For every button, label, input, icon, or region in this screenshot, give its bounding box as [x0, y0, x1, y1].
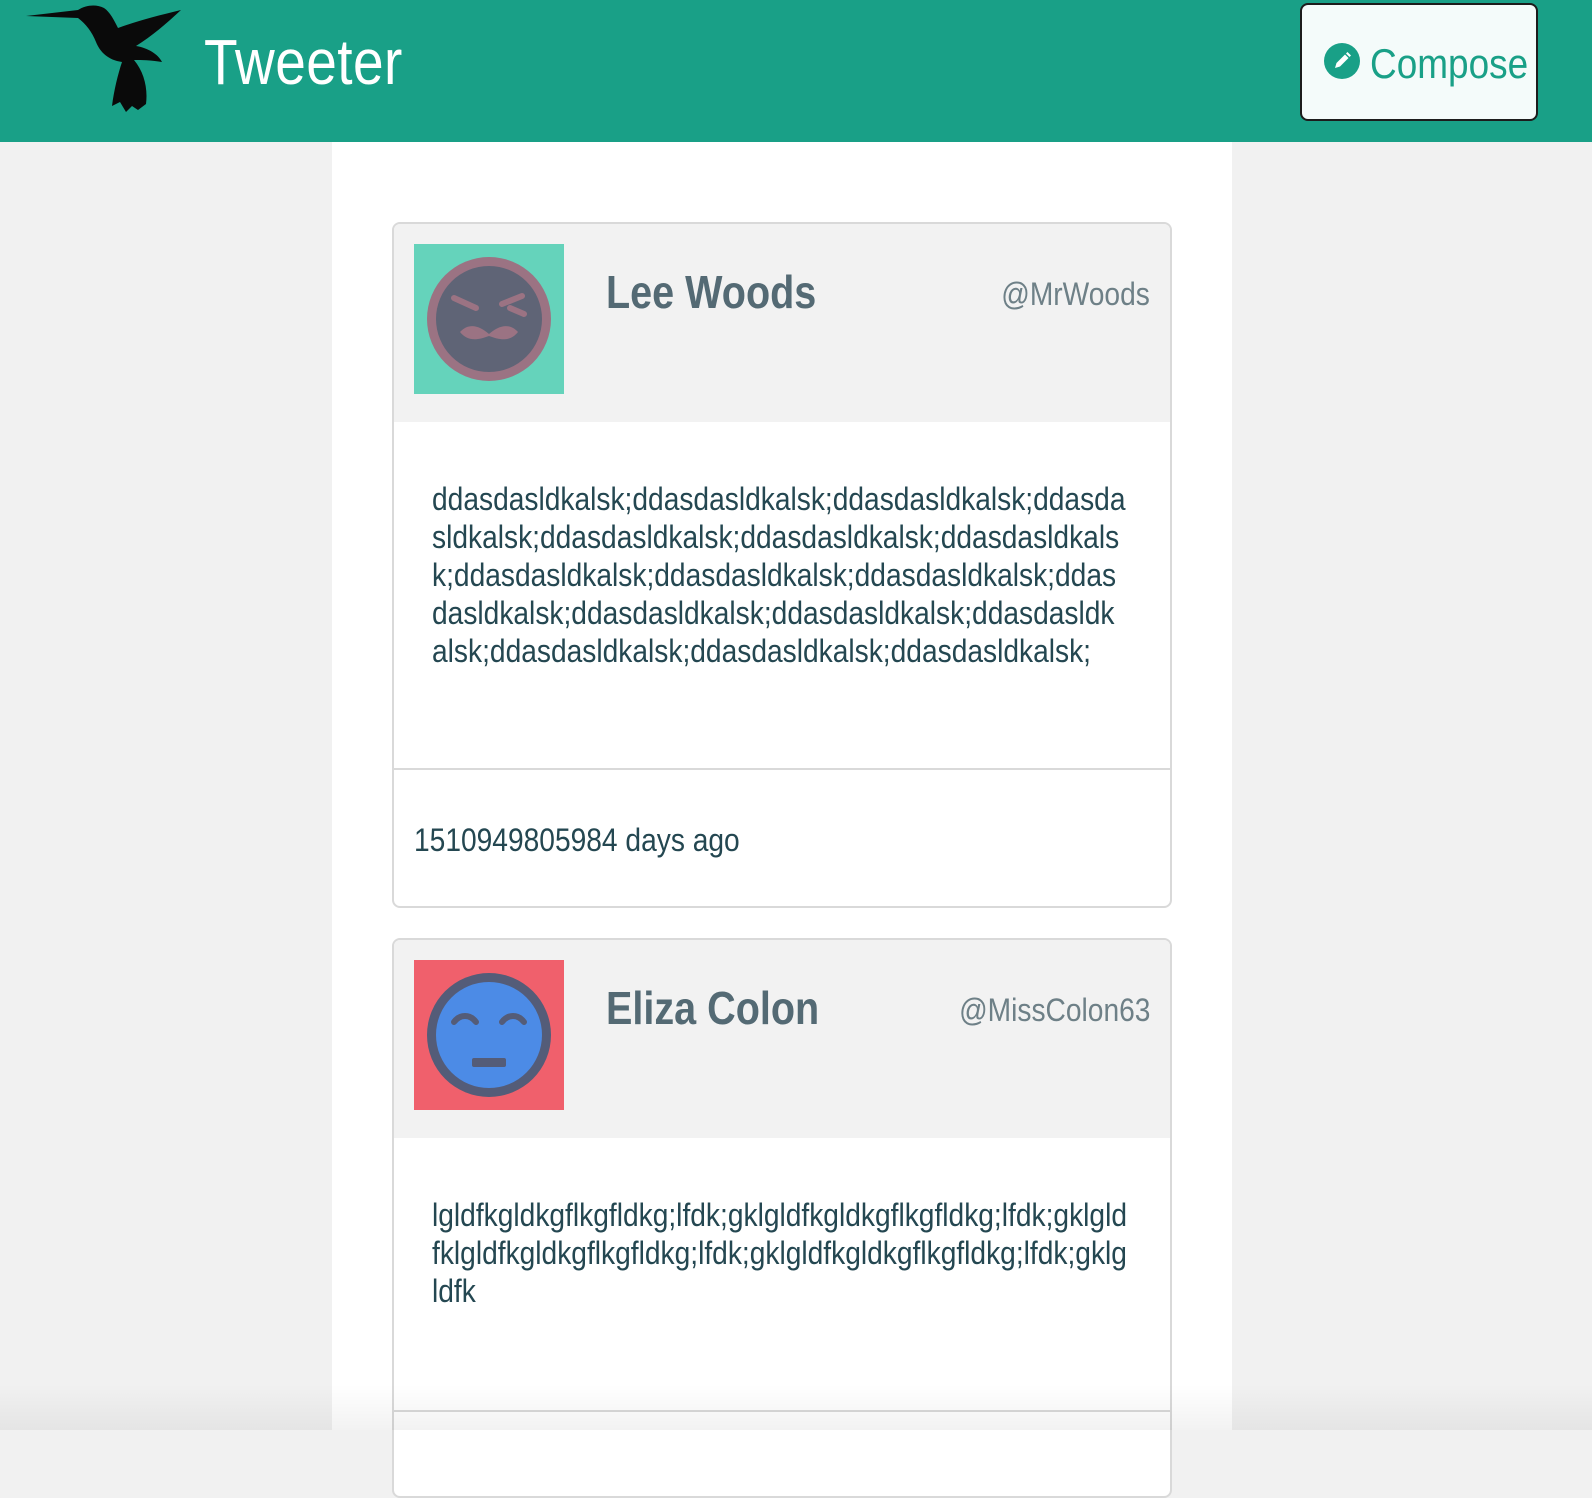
app-brand-title[interactable]: Tweeter	[204, 24, 403, 100]
tweet-timestamp: 1510949805984 days ago	[414, 822, 740, 858]
tweet-header: Eliza Colon @MissColon63	[394, 940, 1170, 1138]
author-name[interactable]: Eliza Colon	[606, 980, 819, 1036]
compose-button[interactable]: Compose	[1300, 3, 1538, 121]
author-handle[interactable]: @MissColon63	[959, 990, 1150, 1030]
author-handle[interactable]: @MrWoods	[1001, 274, 1150, 314]
hummingbird-icon	[26, 5, 181, 112]
tweet-card: Eliza Colon @MissColon63 lgldfkgldkgflkg…	[392, 938, 1172, 1498]
tweet-feed: Lee Woods @MrWoods ddasdasldkalsk;ddasda…	[332, 142, 1232, 1498]
tweet-content: ddasdasldkalsk;ddasdasldkalsk;ddasdasldk…	[432, 481, 1126, 669]
mustache-face-avatar-icon[interactable]	[414, 244, 564, 394]
sleepy-face-avatar-icon[interactable]	[414, 960, 564, 1110]
compose-label: Compose	[1370, 40, 1529, 87]
top-navbar: Tweeter Compose	[0, 0, 1592, 142]
tweet-header: Lee Woods @MrWoods	[394, 224, 1170, 422]
tweet-card: Lee Woods @MrWoods ddasdasldkalsk;ddasda…	[392, 222, 1172, 908]
tweet-footer	[394, 1410, 1170, 1496]
tweet-content: lgldfkgldkgflkgfldkg;lfdk;gklgldfkgldkgf…	[432, 1197, 1127, 1309]
pencil-icon	[1324, 43, 1360, 79]
tweet-footer: 1510949805984 days ago	[394, 768, 1170, 906]
author-name[interactable]: Lee Woods	[606, 264, 816, 320]
